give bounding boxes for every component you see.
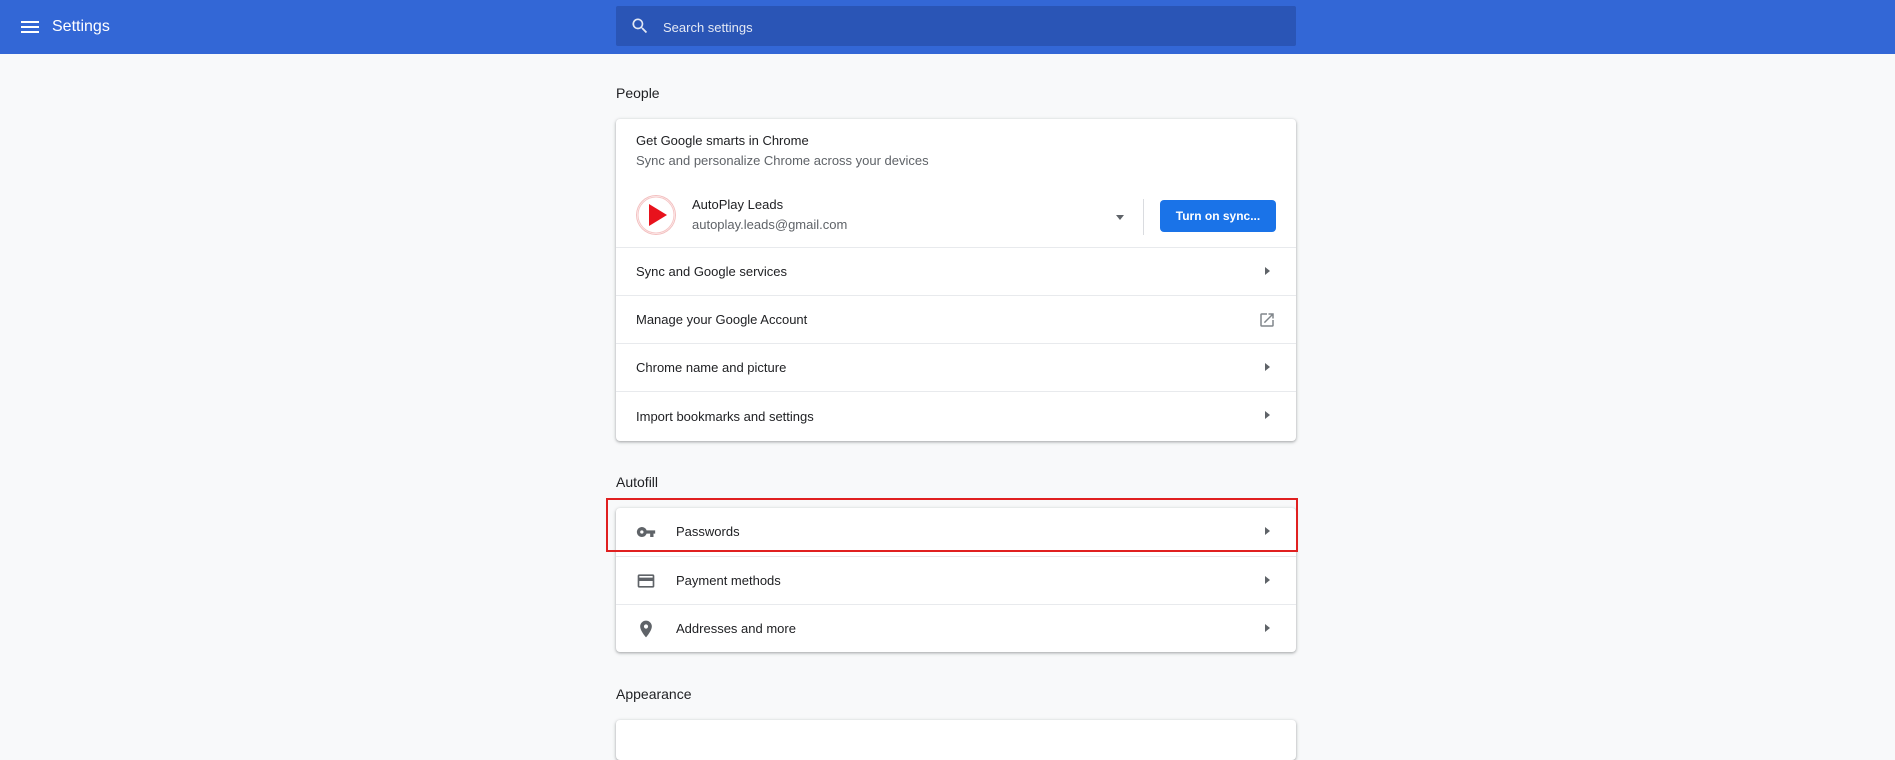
row-chrome-name-picture[interactable]: Chrome name and picture [616,343,1296,391]
row-label: Passwords [676,524,740,539]
row-passwords[interactable]: Passwords [616,508,1296,556]
key-icon [636,522,656,542]
account-dropdown-icon[interactable] [1112,209,1128,225]
avatar [636,195,676,235]
divider [1143,199,1144,235]
row-manage-google-account[interactable]: Manage your Google Account [616,295,1296,343]
row-sync-google-services[interactable]: Sync and Google services [616,247,1296,295]
chevron-right-icon [1265,576,1270,584]
open-in-new-icon [1258,311,1276,329]
row-label: Sync and Google services [636,264,788,279]
top-toolbar: Settings [0,0,1895,54]
chevron-right-icon [1265,267,1270,275]
section-title-appearance: Appearance [616,686,692,702]
chevron-right-icon [1265,363,1270,371]
account-email: autoplay.leads@gmail.com [692,217,848,232]
hamburger-menu-icon[interactable] [18,15,42,39]
page-title: Settings [52,18,110,35]
people-card: Get Google smarts in Chrome Sync and per… [616,119,1296,441]
location-pin-icon [636,619,656,639]
chevron-right-icon [1265,624,1270,632]
row-payment-methods[interactable]: Payment methods [616,556,1296,604]
row-label: Chrome name and picture [636,360,787,375]
credit-card-icon [636,571,656,591]
section-title-autofill: Autofill [616,474,659,490]
row-label: Addresses and more [676,621,796,636]
search-icon [630,16,650,36]
chevron-right-icon [1265,411,1270,419]
row-label: Manage your Google Account [636,312,808,327]
search-input[interactable] [661,6,1285,48]
row-import-bookmarks[interactable]: Import bookmarks and settings [616,391,1296,441]
sync-promo-subtitle: Sync and personalize Chrome across your … [636,153,929,168]
sync-promo-title: Get Google smarts in Chrome [636,133,809,148]
chevron-right-icon [1265,527,1270,535]
autofill-card: Passwords Payment methods Addresses and … [616,508,1296,652]
row-label: Payment methods [676,573,781,588]
section-title-people: People [616,85,660,101]
turn-on-sync-button[interactable]: Turn on sync... [1160,200,1276,232]
row-label: Import bookmarks and settings [636,409,814,424]
search-box[interactable] [616,6,1296,48]
row-addresses[interactable]: Addresses and more [616,604,1296,652]
appearance-card [616,720,1296,760]
account-name: AutoPlay Leads [692,197,784,212]
